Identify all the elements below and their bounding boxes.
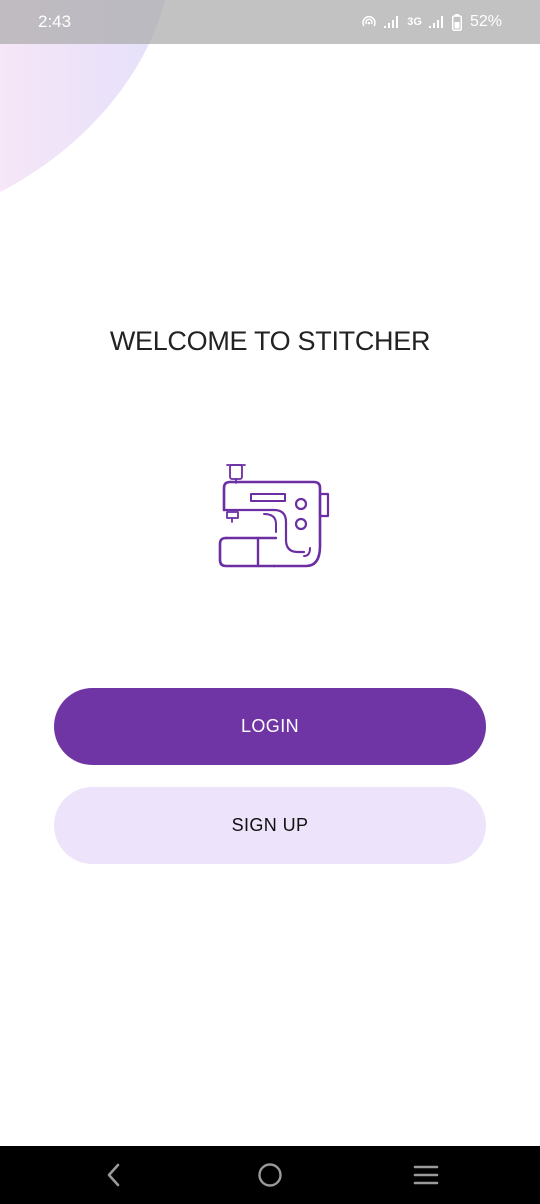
welcome-title: WELCOME TO STITCHER <box>109 326 431 356</box>
status-icons: 3G 52% <box>361 12 502 32</box>
status-bar: 2:43 3G 52% <box>0 0 540 44</box>
signal-strength-icon-2 <box>428 15 446 29</box>
back-chevron-icon[interactable] <box>98 1160 130 1190</box>
hotspot-icon <box>361 15 377 29</box>
network-type-label: 3G <box>407 16 422 28</box>
system-navigation-bar <box>0 1146 540 1204</box>
battery-icon <box>451 13 462 31</box>
signup-button[interactable]: SIGN UP <box>54 787 486 864</box>
status-time: 2:43 <box>38 12 72 31</box>
login-button[interactable]: LOGIN <box>54 688 486 765</box>
battery-percent: 52% <box>469 13 502 30</box>
sewing-machine-icon <box>218 464 330 568</box>
signal-strength-icon <box>383 15 401 29</box>
menu-lines-icon[interactable] <box>410 1160 442 1190</box>
welcome-screen: 2:43 3G 52% WELCOME TO STITCHER LOGIN SI… <box>0 0 540 1204</box>
home-circle-icon[interactable] <box>254 1160 286 1190</box>
